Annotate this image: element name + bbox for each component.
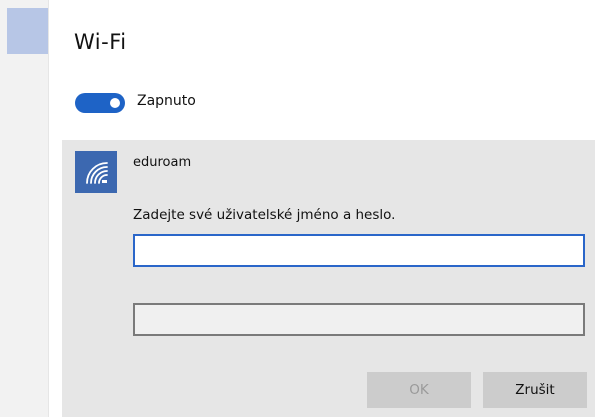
cancel-button[interactable]: Zrušit xyxy=(483,372,587,408)
network-name: eduroam xyxy=(133,155,192,170)
sidebar-divider xyxy=(48,0,49,417)
username-input[interactable] xyxy=(133,234,585,267)
page-title: Wi-Fi xyxy=(74,30,127,54)
wifi-toggle-label: Zapnuto xyxy=(137,93,196,109)
wifi-toggle[interactable] xyxy=(75,93,125,113)
sidebar xyxy=(0,0,48,417)
toggle-knob xyxy=(110,98,120,108)
password-input[interactable] xyxy=(133,303,585,336)
wifi-signal-icon xyxy=(75,151,117,193)
credentials-prompt: Zadejte své uživatelské jméno a heslo. xyxy=(133,207,396,223)
ok-button[interactable]: OK xyxy=(367,372,471,408)
sidebar-selected-indicator[interactable] xyxy=(7,8,48,54)
